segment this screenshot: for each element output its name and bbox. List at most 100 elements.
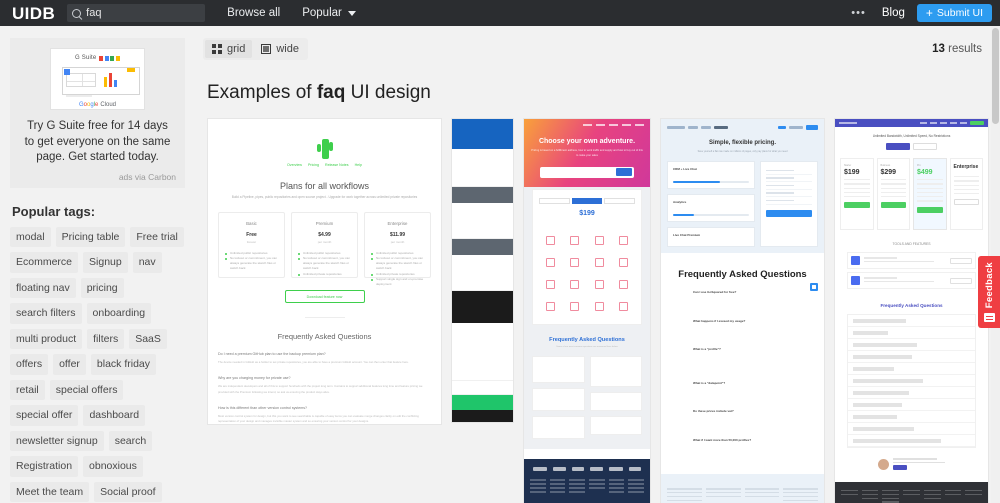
view-toggle-wide-label: wide	[276, 43, 299, 55]
tag-chip[interactable]: Free trial	[130, 226, 184, 248]
ad-gsuite-brand: G Suite	[54, 53, 141, 63]
footer-columns	[841, 490, 983, 503]
faq-item: How is this different than other version…	[218, 406, 431, 424]
carbon-ad[interactable]: G Suite Google Cloud Try G Suite free fo…	[10, 38, 185, 188]
grid-icon	[212, 44, 222, 54]
card3-price: $199	[579, 210, 595, 217]
card3-columns	[539, 223, 635, 225]
plan-feature: Support single sign and on-premise deplo…	[371, 277, 424, 287]
tag-chip[interactable]: Social proof	[94, 481, 162, 503]
tag-chip[interactable]: search filters	[10, 303, 82, 324]
calc-row: CRM + Live Chat	[667, 161, 755, 189]
plan-name: Premium	[315, 221, 334, 227]
tag-chip[interactable]: filters	[87, 328, 125, 350]
feedback-icon	[983, 313, 995, 323]
site-logo[interactable]: UIDB	[8, 5, 63, 22]
feedback-tab[interactable]: Feedback	[978, 256, 1000, 328]
plan-card: Business $299	[876, 158, 910, 230]
results-count-label: results	[948, 43, 982, 55]
page-title-query: faq	[316, 82, 346, 103]
tag-chip[interactable]: offer	[53, 354, 86, 375]
card3-faq-sub: Some of our most common questions are an…	[556, 346, 618, 348]
plan-card: Enterprise $11.99 per month Unlimited pu…	[364, 212, 431, 286]
mini-nav-item: Overview	[287, 163, 302, 167]
tag-chip[interactable]: Signup	[83, 252, 128, 273]
faq-item	[532, 356, 585, 383]
tag-chip[interactable]: retail	[10, 379, 45, 401]
faq-item	[589, 356, 642, 387]
tag-chip[interactable]: modal	[10, 226, 51, 248]
popular-tags-title: Popular tags:	[12, 203, 96, 219]
view-toggle-grid[interactable]: grid	[205, 40, 253, 58]
tag-chip[interactable]: newsletter signup	[10, 430, 104, 452]
top-header: UIDB faq Browse all Popular ••• Blog + S…	[0, 0, 1000, 26]
search-input[interactable]: faq	[67, 4, 206, 22]
plan-name: Enterprise	[953, 164, 979, 170]
tag-chip[interactable]: offers	[10, 354, 49, 375]
tool-row	[847, 272, 976, 289]
screenshot-card-5[interactable]: Unlimited Bandwidth, Unlimited Speed, No…	[834, 118, 989, 503]
cloud-label: Cloud	[100, 102, 117, 108]
card4-faq-title: Frequently Asked Questions	[678, 269, 807, 280]
card5-tool-rows	[847, 252, 976, 289]
sort-dropdown[interactable]: Popular	[302, 7, 356, 19]
faq-item: What is a "datapoint"?	[693, 381, 792, 401]
screenshot-card-1[interactable]: Overview Pricing Release Notes Help Plan…	[207, 118, 442, 425]
submit-ui-button[interactable]: + Submit UI	[916, 4, 992, 22]
popular-tags-list: modal Pricing table Free trial Ecommerce Sig…	[10, 226, 185, 503]
ad-text: Try G Suite free for 14 days to get ever…	[24, 120, 171, 164]
tag-chip[interactable]: SaaS	[129, 328, 167, 350]
faq-item: What happens if I exceed my usage?	[693, 319, 792, 339]
sort-dropdown-label: Popular	[302, 7, 342, 19]
screenshot-card-2[interactable]	[451, 118, 514, 423]
tag-chip[interactable]: special offer	[10, 405, 79, 426]
calc-cta	[765, 209, 812, 217]
page-title-suffix: UI design	[345, 82, 431, 103]
tag-chip[interactable]: obnoxious	[83, 456, 143, 477]
tag-chip[interactable]: Meet the team	[10, 481, 90, 503]
nav-browse-all[interactable]: Browse all	[227, 7, 280, 19]
faq-item	[589, 392, 642, 411]
plus-icon: +	[925, 6, 933, 20]
card1-subheading: Build a Pipeline, pipes, public reposito…	[231, 195, 418, 199]
results-count-number: 13	[932, 43, 945, 55]
tag-chip[interactable]: Pricing table	[55, 226, 126, 248]
nav-blog[interactable]: Blog	[882, 7, 905, 19]
tag-chip[interactable]: floating nav	[10, 277, 76, 299]
scrollbar-thumb[interactable]	[992, 28, 999, 124]
more-menu-icon[interactable]: •••	[851, 7, 866, 19]
tag-chip[interactable]: search	[108, 430, 153, 452]
feedback-label: Feedback	[983, 261, 995, 309]
plan-name: Business	[880, 164, 891, 167]
tag-chip[interactable]: black friday	[90, 354, 157, 375]
tag-chip[interactable]: dashboard	[83, 405, 146, 426]
tag-chip[interactable]: pricing	[80, 277, 124, 299]
tag-chip[interactable]: special offers	[49, 379, 124, 401]
tag-chip[interactable]: nav	[132, 252, 162, 273]
screenshot-card-3[interactable]: Choose your own adventure. Pricing is ba…	[523, 118, 651, 503]
plan-card: Premium $4.99 per month Unlimited public…	[291, 212, 358, 279]
faq-item: What is a "profile"?	[693, 347, 792, 371]
faq-question: What if I want more than 50,000 profiles…	[693, 438, 752, 442]
tag-chip[interactable]: onboarding	[86, 303, 152, 324]
card1-faq-title: Frequently Asked Questions	[277, 332, 372, 342]
main-toolbar: grid wide 13 results	[203, 38, 1000, 60]
view-toggle-wide[interactable]: wide	[254, 40, 306, 58]
faq-item	[532, 416, 585, 439]
view-toggle-grid-label: grid	[227, 43, 246, 55]
tag-chip[interactable]: Ecommerce	[10, 252, 79, 273]
testimonial	[835, 458, 988, 470]
plan-price: $299	[880, 169, 897, 176]
plan-name: Pro	[917, 164, 921, 167]
faq-item: Do these prices include vat?	[693, 409, 792, 429]
card4-hero: Simple, flexible pricing. Save yourself …	[661, 119, 824, 253]
ad-attribution[interactable]: ads via Carbon	[19, 172, 176, 182]
tag-chip[interactable]: Registration	[10, 456, 79, 477]
screenshot-card-4[interactable]: Simple, flexible pricing. Save yourself …	[660, 118, 825, 503]
avatar	[878, 458, 889, 470]
tag-chip[interactable]: multi product	[10, 328, 83, 350]
faq-item: Why are you charging money for private u…	[218, 376, 431, 395]
ad-gsuite-label: G Suite	[75, 55, 97, 61]
mini-nav: Overview Pricing Release Notes Help	[218, 163, 431, 167]
faq-answer: The device needed in GitHub as a holder …	[218, 360, 409, 365]
